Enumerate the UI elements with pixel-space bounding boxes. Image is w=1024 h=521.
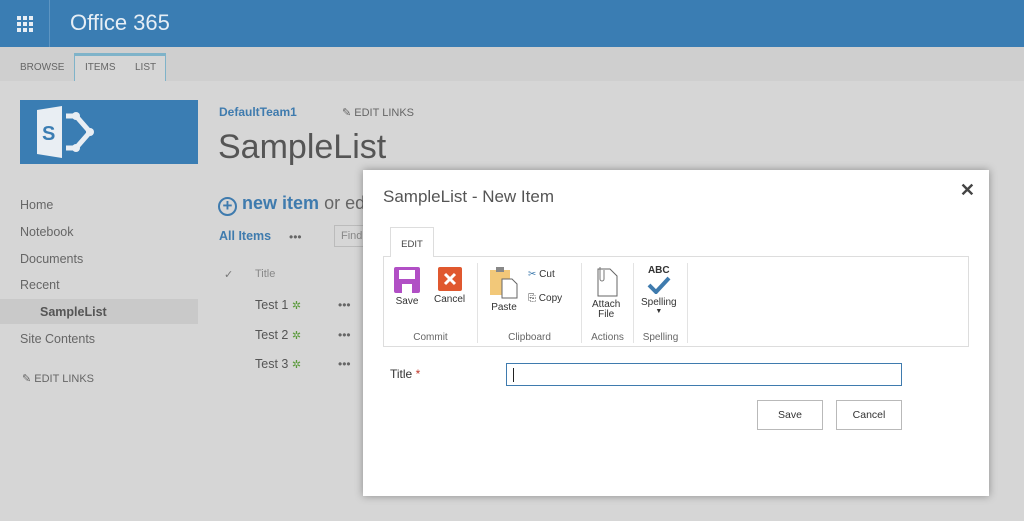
cut-button[interactable]: ✂ Cut	[528, 269, 555, 280]
tab-edit[interactable]: EDIT	[390, 227, 434, 257]
breadcrumb[interactable]: DefaultTeam1	[219, 105, 297, 119]
pencil-icon: ✎	[342, 107, 352, 119]
list-item[interactable]: Test 3 ✲	[255, 357, 301, 371]
new-item-link[interactable]: + new item or ed	[218, 193, 365, 216]
dialog-title: SampleList - New Item	[383, 187, 554, 206]
nav-edit-links[interactable]: ✎ EDIT LINKS	[22, 372, 94, 385]
paste-label: Paste	[491, 302, 517, 313]
group-spelling: ABC Spelling ▼ Spelling	[634, 263, 688, 343]
cancel-ribbon-label: Cancel	[434, 294, 466, 305]
group-label: Spelling	[642, 332, 679, 343]
page-title: SampleList	[218, 128, 387, 166]
checkmark-icon	[647, 276, 671, 294]
item-menu-button[interactable]: •••	[338, 298, 351, 312]
title-label-text: Title	[390, 367, 413, 381]
svg-text:S: S	[42, 123, 55, 145]
scissors-icon: ✂	[528, 269, 537, 280]
cancel-ribbon-button[interactable]: Cancel	[434, 267, 465, 305]
suite-bar: Office 365	[0, 0, 1024, 47]
save-ribbon-button[interactable]: Save	[394, 267, 420, 307]
paste-icon	[490, 267, 518, 299]
save-ribbon-label: Save	[395, 296, 419, 307]
copy-button[interactable]: ⎘ Copy	[528, 293, 562, 304]
plus-circle-icon: +	[218, 197, 237, 216]
nav-documents[interactable]: Documents	[20, 252, 83, 266]
column-header-title[interactable]: Title	[255, 268, 275, 280]
list-item[interactable]: Test 2 ✲	[255, 328, 301, 342]
item-title[interactable]: Test 2	[255, 328, 288, 342]
view-more-button[interactable]: •••	[289, 230, 302, 244]
abc-text: ABC	[647, 265, 670, 276]
close-icon[interactable]: ✕	[960, 180, 975, 201]
text-caret	[513, 368, 514, 382]
file-label: File	[598, 309, 615, 320]
or-edit-text: or ed	[324, 193, 366, 213]
nav-home[interactable]: Home	[20, 198, 53, 212]
copy-icon: ⎘	[528, 293, 536, 304]
nav-recent: Recent	[20, 278, 60, 292]
spelling-label: Spelling	[641, 297, 677, 308]
cancel-icon	[437, 267, 462, 291]
tab-items[interactable]: ITEMS	[85, 62, 116, 73]
attach-file-button[interactable]: Attach File	[592, 267, 620, 320]
nav-edit-links-label: EDIT LINKS	[34, 373, 94, 385]
new-item-dialog: SampleList - New Item ✕ EDIT Save Cancel…	[363, 170, 989, 496]
tab-list[interactable]: LIST	[135, 62, 156, 73]
group-label: Clipboard	[508, 332, 551, 343]
new-badge-icon: ✲	[291, 330, 302, 342]
waffle-icon[interactable]	[0, 0, 50, 47]
title-field-label: Title *	[390, 367, 420, 381]
attach-file-icon	[597, 267, 618, 297]
tab-browse[interactable]: BROWSE	[20, 62, 64, 73]
cut-label: Cut	[539, 269, 555, 280]
save-button[interactable]: Save	[757, 400, 823, 430]
group-label: Actions	[591, 332, 624, 343]
new-badge-icon: ✲	[291, 359, 302, 371]
required-marker: *	[415, 367, 421, 381]
item-title[interactable]: Test 1	[255, 298, 288, 312]
group-clipboard: Paste ✂ Cut ⎘ Copy Clipboard	[478, 263, 582, 343]
dropdown-arrow-icon: ▼	[655, 308, 663, 315]
top-edit-links[interactable]: ✎ EDIT LINKS	[342, 106, 414, 119]
ribbon-tabs: BROWSE ITEMS LIST	[0, 47, 1024, 81]
nav-site-contents[interactable]: Site Contents	[20, 332, 95, 346]
group-commit: Save Cancel Commit	[384, 263, 478, 343]
list-item[interactable]: Test 1 ✲	[255, 298, 301, 312]
paste-button[interactable]: Paste	[490, 267, 518, 313]
title-input[interactable]	[506, 363, 902, 386]
new-item-label: new item	[242, 193, 320, 213]
pencil-icon: ✎	[22, 373, 32, 385]
item-menu-button[interactable]: •••	[338, 328, 351, 342]
nav-samplelist[interactable]: SampleList	[40, 305, 107, 319]
view-all-items[interactable]: All Items	[219, 229, 271, 243]
dialog-ribbon: Save Cancel Commit Paste ✂ Cut ⎘ Copy Cl…	[383, 256, 969, 347]
new-badge-icon: ✲	[291, 300, 302, 312]
select-all-check-icon[interactable]: ✓	[224, 268, 233, 281]
cancel-button[interactable]: Cancel	[836, 400, 902, 430]
item-title[interactable]: Test 3	[255, 357, 288, 371]
top-edit-links-label: EDIT LINKS	[354, 107, 414, 119]
group-label: Commit	[413, 332, 448, 343]
suite-title[interactable]: Office 365	[70, 10, 170, 36]
spelling-button[interactable]: ABC Spelling ▼	[641, 265, 677, 315]
nav-notebook[interactable]: Notebook	[20, 225, 74, 239]
copy-label: Copy	[538, 293, 563, 304]
group-actions: Attach File Actions	[582, 263, 634, 343]
save-icon	[394, 267, 420, 293]
item-menu-button[interactable]: •••	[338, 357, 351, 371]
site-logo[interactable]: S	[20, 100, 198, 164]
